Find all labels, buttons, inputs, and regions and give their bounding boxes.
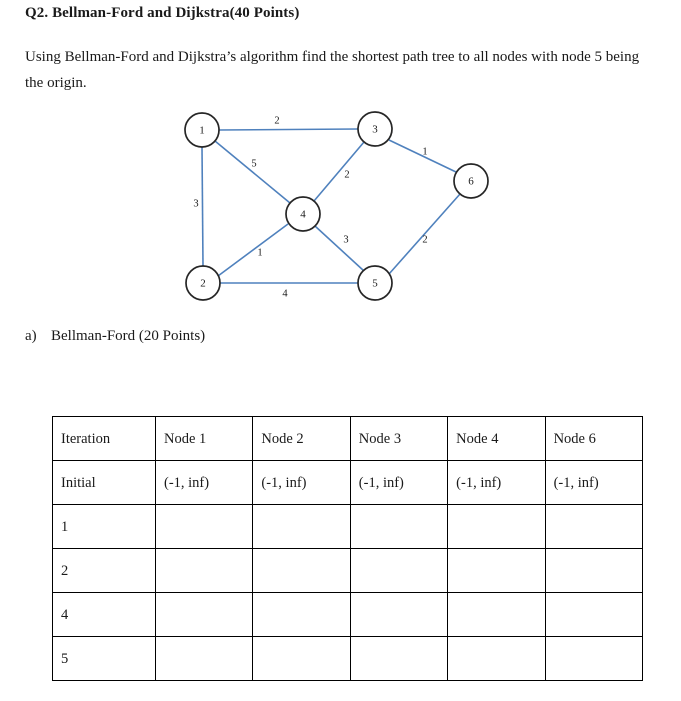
table-cell-r2-c3[interactable]: [447, 548, 546, 593]
table-cell-r3-c4[interactable]: [544, 592, 643, 637]
graph-edge-1-3: [218, 128, 359, 131]
table-cell-r1-c2[interactable]: [349, 504, 449, 549]
table-cell-r1-c4[interactable]: [544, 504, 643, 549]
table-header-cell-2: Node 2: [252, 416, 351, 461]
graph-node-label-1: 1: [199, 125, 205, 137]
table-cell-r4-c0[interactable]: [154, 636, 254, 681]
table-cell-r2-c0[interactable]: [154, 548, 254, 593]
table-cell-r0-c2: (-1, inf): [349, 460, 449, 505]
graph-node-label-2: 2: [200, 278, 206, 290]
table-iteration-cell-0: Initial: [52, 460, 156, 505]
table-cell-r2-c2[interactable]: [349, 548, 449, 593]
part-a-marker: a): [25, 328, 37, 344]
table-cell-r3-c1[interactable]: [252, 592, 351, 637]
table-iteration-cell-3: 4: [52, 592, 156, 637]
edge-weight-1-3: 2: [274, 116, 279, 127]
question-instructions: Using Bellman-Ford and Dijkstra’s algori…: [25, 49, 640, 91]
table-iteration-cell-4: 5: [52, 636, 156, 681]
graph-edges: [201, 128, 461, 284]
table-cell-r4-c3[interactable]: [447, 636, 546, 681]
table-cell-r4-c2[interactable]: [349, 636, 449, 681]
table-cell-r1-c1[interactable]: [252, 504, 351, 549]
table-header-cell-1: Node 1: [154, 416, 254, 461]
table-header-row: Iteration Node 1 Node 2 Node 3 Node 4 Node 6: [52, 416, 643, 461]
table-cell-r3-c0[interactable]: [154, 592, 254, 637]
table-header-cell-4: Node 4: [447, 416, 546, 461]
graph-nodes: 1 2 3 4 5 6: [184, 111, 489, 301]
table-cell-r4-c1[interactable]: [252, 636, 351, 681]
question-title: Q2. Bellman-Ford and Dijkstra(40 Points): [25, 5, 300, 21]
edge-weight-4-5: 3: [343, 235, 348, 246]
edge-weight-3-6: 1: [422, 147, 427, 158]
table-header-cell-3: Node 3: [349, 416, 449, 461]
graph-svg: 2 3 5 2 1 1 4 3 2 1 2 3 4 5 6: [184, 111, 489, 301]
table-cell-r1-c0[interactable]: [154, 504, 254, 549]
table-row: Initial (-1, inf) (-1, inf) (-1, inf) (-1, i…: [52, 460, 643, 505]
graph-figure: 2 3 5 2 1 1 4 3 2 1 2 3 4 5 6: [160, 100, 520, 315]
graph-edge-2-4: [217, 223, 289, 277]
table-cell-r2-c4[interactable]: [544, 548, 643, 593]
table-cell-r3-c3[interactable]: [447, 592, 546, 637]
table-row: 4: [52, 592, 643, 637]
table-cell-r3-c2[interactable]: [349, 592, 449, 637]
table-row: 2: [52, 548, 643, 593]
table-row: 1: [52, 504, 643, 549]
table-iteration-cell-1: 1: [52, 504, 156, 549]
graph-edge-3-4: [313, 141, 365, 202]
table-cell-r2-c1[interactable]: [252, 548, 351, 593]
graph-edge-1-4: [214, 140, 291, 204]
table-row: 5: [52, 636, 643, 681]
edge-weight-2-4: 1: [257, 248, 262, 259]
table-cell-r0-c0: (-1, inf): [154, 460, 254, 505]
graph-node-label-6: 6: [468, 176, 474, 188]
edge-weight-2-5: 4: [282, 289, 288, 300]
table-cell-r0-c1: (-1, inf): [252, 460, 351, 505]
graph-edge-1-2: [201, 146, 204, 267]
table-cell-r0-c4: (-1, inf): [544, 460, 643, 505]
graph-node-label-5: 5: [372, 278, 378, 290]
edge-weight-1-2: 3: [193, 199, 198, 210]
graph-node-label-3: 3: [372, 124, 378, 136]
edge-weight-1-4: 5: [251, 159, 256, 170]
document-page: Q2. Bellman-Ford and Dijkstra(40 Points)…: [0, 0, 681, 701]
table-iteration-cell-2: 2: [52, 548, 156, 593]
graph-node-label-4: 4: [300, 209, 306, 221]
table-cell-r0-c3: (-1, inf): [447, 460, 546, 505]
table-header-cell-5: Node 6: [544, 416, 643, 461]
part-a-label: Bellman-Ford (20 Points): [51, 328, 206, 344]
table-cell-r1-c3[interactable]: [447, 504, 546, 549]
edge-weight-3-4: 2: [344, 170, 349, 181]
table-cell-r4-c4[interactable]: [544, 636, 643, 681]
bellman-ford-table: Iteration Node 1 Node 2 Node 3 Node 4 Node 6I…: [52, 416, 643, 681]
part-a-heading: a) Bellman-Ford (20 Points): [25, 328, 205, 345]
graph-edge-4-5: [314, 225, 365, 272]
table-header-cell-0: Iteration: [52, 416, 156, 461]
edge-weight-5-6: 2: [422, 235, 427, 246]
